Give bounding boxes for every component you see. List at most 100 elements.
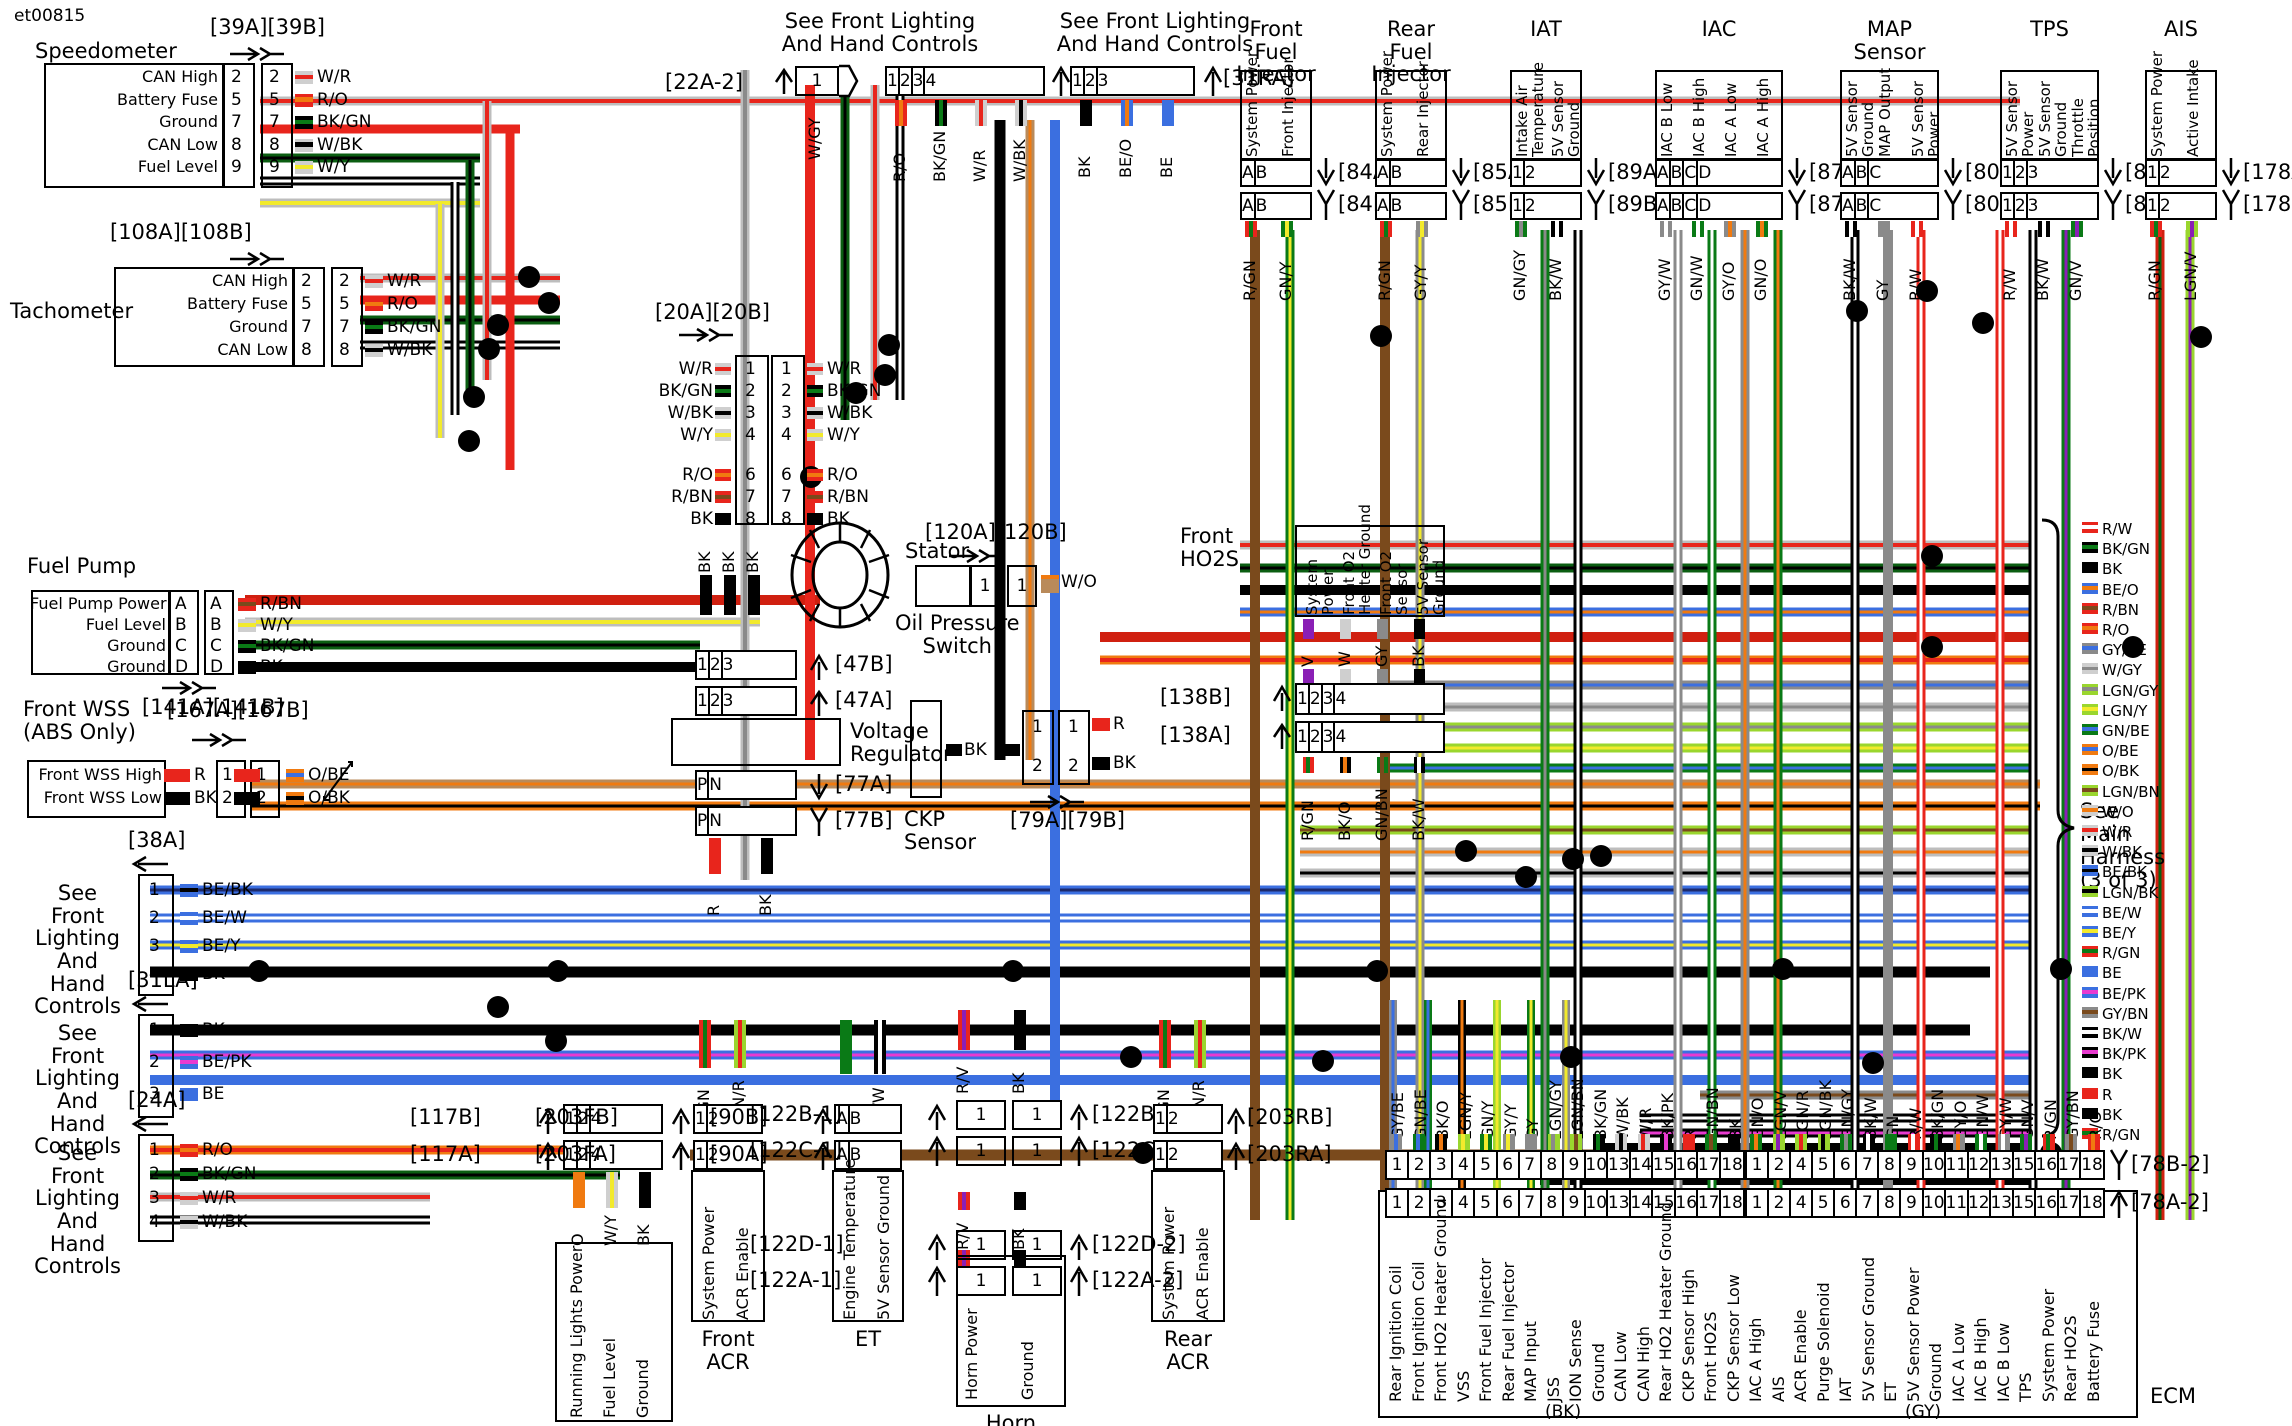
ho2s-stub-label: BK [1409, 645, 1428, 667]
splice-dot [487, 996, 509, 1018]
stub-wire-label: O [568, 1233, 587, 1246]
wire-swatch [1435, 1134, 1448, 1150]
pin-cell: 1 [1297, 723, 1310, 751]
wire-swatch [365, 275, 383, 288]
wire-swatch [1015, 100, 1027, 126]
sensor-header: System Power [1243, 50, 1261, 157]
wire-swatch [1907, 1134, 1920, 1150]
pin-cell: 2 [710, 688, 723, 714]
pin-number-a: 4 [745, 425, 756, 445]
fuel-gauge-117a: [117A] [410, 1142, 481, 1166]
wire-swatch [1660, 221, 1672, 237]
flhc-22a-title: See Front Lighting And Hand Controls [781, 9, 979, 56]
harness-wire-label: GY/BE [2102, 641, 2147, 660]
wire-swatch [2082, 845, 2098, 857]
wire-swatch [1930, 1134, 1943, 1150]
connector-arrow-icon [2109, 1189, 2129, 1218]
pin-cell: 1 [695, 1106, 708, 1132]
pin-cell: C [1684, 194, 1699, 218]
pin-cell: 6 [1835, 1152, 1858, 1178]
sensor-header: IAC B Low [1658, 82, 1676, 157]
wire-swatch [1281, 221, 1293, 237]
ecm-wire-label: GY/W [1995, 1097, 2015, 1140]
harness-wire-label: LGN/BK [2102, 883, 2159, 902]
connector-arrow-icon [927, 1135, 947, 1166]
tachometer-connector-id: [108A][108B] [110, 220, 252, 244]
ckp-out-label-r: R [1113, 714, 1125, 734]
wire-swatch [1340, 757, 1351, 773]
sensor-wire-label: R/GN [2145, 260, 2164, 301]
wire-swatch [1952, 1134, 1965, 1150]
ecm-pins-a: 1 2 4 5 6 7 8 9 10 11 12 13 15 16 17 18 [1745, 1188, 2105, 1218]
front-acr-203fb: [203FB] [535, 1105, 618, 1129]
pin-name: Fuel Level [137, 157, 218, 176]
wire-swatch [1570, 1134, 1583, 1150]
front-ho2s-pins-a: 1234 [1295, 721, 1445, 753]
wire-swatch [639, 1172, 651, 1208]
pin-cell: 3 [1323, 685, 1336, 713]
wire-swatch [1592, 1134, 1605, 1150]
connector-arrow-icon [809, 807, 829, 836]
pin-cell: 10 [1585, 1190, 1609, 1216]
ho2s-header: Front O2 Heater Ground [1340, 504, 1374, 615]
stator-icon [790, 521, 890, 629]
pin-cell: 16 [1675, 1152, 1699, 1178]
wire-swatch [1705, 1134, 1718, 1150]
connector-arrow-icon [2221, 189, 2241, 220]
harness-wire-label: BK/W [2102, 1025, 2143, 1043]
pin-cell: 1 [2147, 161, 2160, 185]
wire-swatch [2038, 221, 2050, 237]
pin-cell: 13 [1608, 1152, 1631, 1178]
ecm-wire-label: BK/GN [1590, 1088, 1610, 1140]
pin-cell: 3 [2027, 162, 2039, 183]
harness-wire-label: LGN/BN [2102, 782, 2160, 801]
ecm-pin-name: Front Ignition Coil [1408, 1261, 1428, 1402]
pin-number-b: A [210, 594, 222, 614]
ho2s-header: 5V Sensor Ground [1414, 539, 1448, 615]
ecm-label: ECM [2150, 1384, 2197, 1408]
wire-label: BE/Y [202, 936, 241, 956]
harness-wire-label: W/R [2102, 823, 2133, 841]
flhc-22a-wire-label: R/O [890, 152, 909, 182]
wire-swatch [1682, 1134, 1695, 1150]
front-wss-connector-id: [167A][167B] [167, 698, 309, 722]
pin-cell: A [1842, 161, 1856, 185]
wire-swatch [1457, 1134, 1470, 1150]
wire-label: W/BK [202, 1212, 248, 1232]
wire-label: BK [202, 964, 225, 984]
wire-swatch [1162, 100, 1174, 126]
ecm-wire-label: GN [1883, 1115, 1903, 1140]
wire-swatch [2087, 1134, 2100, 1150]
pin-cell: 18 [1721, 1192, 1743, 1213]
pin-cell: N [709, 774, 722, 795]
pin-cell: 15 [2013, 1152, 2036, 1178]
wire-swatch [2082, 744, 2098, 756]
pin-cell: A [1657, 194, 1671, 218]
splice-dot [547, 960, 569, 982]
connector-arrow-icon [192, 732, 246, 748]
wire-label-right: W/R [827, 359, 862, 379]
pin-cell: 1 [1387, 1190, 1410, 1216]
stator-wire-label: BK [695, 551, 714, 573]
wire-swatch [715, 407, 731, 419]
wire-swatch [958, 1010, 970, 1050]
ecm-wire-label: W/R [1635, 1107, 1655, 1140]
wire-swatch [734, 1020, 746, 1068]
wire-swatch [1014, 1010, 1026, 1050]
wire-swatch [2082, 784, 2098, 796]
ecm-wire-label: BK/PK [1658, 1093, 1678, 1140]
sensor-header: 5V Sensor Power [1909, 81, 1943, 157]
connector-arrow-icon [1030, 794, 1084, 810]
wire-swatch [1159, 1020, 1171, 1068]
pin-number: 3 [149, 936, 160, 956]
pin-cell: 1 [1747, 1152, 1770, 1178]
wire-swatch [1416, 221, 1428, 237]
wire-swatch [874, 1020, 886, 1074]
front-acr-label: Front ACR [701, 1327, 755, 1374]
ecm-pin-name: Rear HO2S [2061, 1315, 2081, 1402]
sensor-wire-label: R/GN [1375, 260, 1394, 301]
wire-swatch [2082, 643, 2098, 655]
ecm-pin-name: Front HO2 Heater Ground [1431, 1198, 1451, 1402]
pin-number: 1 [149, 1140, 160, 1160]
wire-label: BE/PK [202, 1052, 252, 1072]
